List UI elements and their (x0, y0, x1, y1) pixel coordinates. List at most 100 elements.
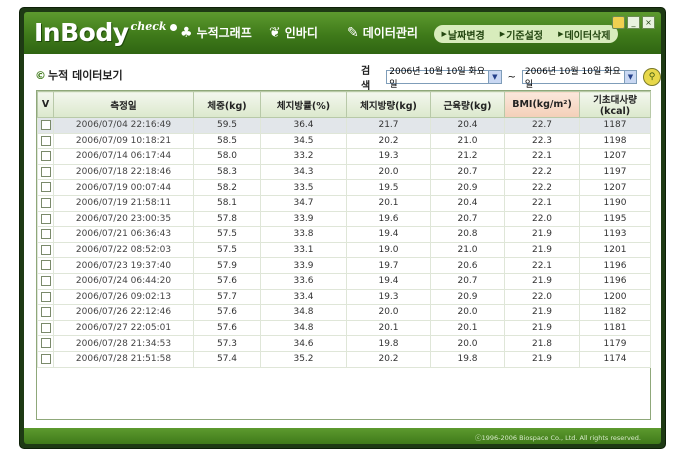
row-checkbox[interactable] (40, 229, 51, 240)
row-checkbox[interactable] (40, 260, 51, 271)
col-header-bmr[interactable]: 기초대사량(kcal) (579, 91, 651, 118)
menu-inbody[interactable]: ❦ 인바디 (269, 24, 318, 41)
menu-graph[interactable]: ♣ 누적그래프 (180, 24, 252, 41)
close-button[interactable]: × (642, 16, 655, 29)
chevron-down-icon[interactable]: ▼ (623, 71, 637, 83)
row-checkbox[interactable] (40, 291, 51, 302)
table-row[interactable]: 2006/07/14 06:17:44 58.0 33.2 19.3 21.2 22.1 1… (37, 148, 651, 165)
table-row[interactable]: 2006/07/28 21:51:58 57.4 35.2 20.2 19.8 21.9 1… (37, 350, 651, 368)
cell-weight: 57.5 (193, 226, 261, 243)
col-header-muscle-mass[interactable]: 근육량(kg) (430, 91, 505, 118)
cell-bmr: 1207 (579, 148, 651, 165)
row-checkbox[interactable] (40, 166, 51, 177)
row-checkbox[interactable] (40, 120, 51, 131)
window-controls: _ × (612, 16, 655, 29)
cell-muscle-mass: 20.0 (430, 335, 505, 352)
menu-data[interactable]: ✎ 데이터관리 (347, 24, 418, 41)
col-header-v[interactable]: V (37, 91, 54, 118)
col-header-weight[interactable]: 체중(kg) (193, 91, 261, 118)
table-header-row: V 측정일 체중(kg) 체지방률(%) 체지방량(kg) 근육량(kg) BM… (37, 91, 651, 118)
cell-bmr: 1190 (579, 194, 651, 212)
date-to-select[interactable]: 2006년 10월 10일 화요일 ▼ (521, 67, 638, 90)
cell-bmr: 1195 (579, 210, 651, 228)
cell-body-fat-mass: 19.7 (346, 257, 431, 274)
row-checkbox-cell (37, 257, 54, 274)
cell-bmi: 21.9 (504, 304, 580, 321)
cell-weight: 57.6 (193, 304, 261, 321)
section-bullet-icon: © (35, 68, 46, 82)
row-checkbox[interactable] (40, 213, 51, 224)
col-header-bmi[interactable]: BMI(kg/m²) (504, 91, 580, 118)
col-header-body-fat-mass[interactable]: 체지방량(kg) (346, 91, 431, 118)
cell-date: 2006/07/27 22:05:01 (53, 319, 194, 337)
table-row[interactable]: 2006/07/22 08:52:03 57.5 33.1 19.0 21.0 21.9 1… (37, 241, 651, 259)
cell-weight: 58.2 (193, 179, 261, 196)
cell-body-fat-percent: 34.5 (260, 132, 347, 150)
cell-body-fat-percent: 33.9 (260, 210, 347, 228)
subnav-data-delete-label: 데이터삭제 (564, 30, 611, 42)
chevron-down-icon[interactable]: ▼ (488, 71, 501, 83)
cell-bmi: 22.0 (504, 288, 580, 306)
cell-date: 2006/07/19 21:58:11 (53, 194, 194, 212)
cell-bmr: 1196 (579, 272, 651, 290)
cell-bmi: 22.0 (504, 210, 580, 228)
row-checkbox[interactable] (40, 244, 51, 255)
table-row[interactable]: 2006/07/18 22:18:46 58.3 34.3 20.0 20.7 22.2 1… (37, 163, 651, 181)
cell-body-fat-mass: 20.0 (346, 304, 431, 321)
cell-date: 2006/07/19 00:07:44 (53, 179, 194, 196)
table-row[interactable]: 2006/07/27 22:05:01 57.6 34.8 20.1 20.1 21.9 1… (37, 319, 651, 337)
subnav-standard-setting[interactable]: ▶ 기준설정 (500, 27, 543, 42)
cell-muscle-mass: 20.7 (430, 163, 505, 181)
table-row[interactable]: 2006/07/23 19:37:40 57.9 33.9 19.7 20.6 22.1 1… (37, 257, 651, 274)
row-checkbox[interactable] (40, 182, 51, 193)
row-checkbox[interactable] (40, 275, 51, 286)
row-checkbox[interactable] (40, 135, 51, 146)
cell-body-fat-mass: 20.1 (346, 194, 431, 212)
row-checkbox-cell (37, 241, 54, 259)
search-go-icon[interactable]: ⚲ (643, 68, 661, 86)
triangle-icon: ▶ (441, 30, 447, 38)
subnav-date-change[interactable]: ▶ 날짜변경 (442, 27, 485, 42)
table-row[interactable]: 2006/07/19 21:58:11 58.1 34.7 20.1 20.4 22.1 1… (37, 194, 651, 212)
data-table: V 측정일 체중(kg) 체지방률(%) 체지방량(kg) 근육량(kg) BM… (37, 91, 651, 368)
row-checkbox[interactable] (40, 353, 51, 364)
table-row[interactable]: 2006/07/28 21:34:53 57.3 34.6 19.8 20.0 21.8 1… (37, 335, 651, 352)
logo-dot-icon (169, 24, 177, 31)
table-row[interactable]: 2006/07/26 22:12:46 57.6 34.8 20.0 20.0 21.9 1… (37, 304, 651, 321)
table-row[interactable]: 2006/07/20 23:00:35 57.8 33.9 19.6 20.7 22.0 1… (37, 210, 651, 228)
data-table-container[interactable]: V 측정일 체중(kg) 체지방률(%) 체지방량(kg) 근육량(kg) BM… (36, 90, 651, 420)
cell-bmr: 1198 (579, 132, 651, 150)
row-checkbox[interactable] (40, 307, 51, 318)
row-checkbox[interactable] (40, 151, 51, 162)
subnav-bar: ▶ 날짜변경 ▶ 기준설정 ▶ 데이터삭제 (434, 25, 618, 43)
table-row[interactable]: 2006/07/26 09:02:13 57.7 33.4 19.3 20.9 22.0 1… (37, 288, 651, 306)
table-row[interactable]: 2006/07/19 00:07:44 58.2 33.5 19.5 20.9 22.2 1… (37, 179, 651, 196)
cell-weight: 57.8 (193, 210, 261, 228)
cell-body-fat-percent: 33.6 (260, 272, 347, 290)
cell-body-fat-percent: 33.2 (260, 148, 347, 165)
row-checkbox[interactable] (40, 322, 51, 333)
col-header-body-fat-percent[interactable]: 체지방률(%) (260, 91, 347, 118)
row-checkbox[interactable] (40, 338, 51, 349)
table-row[interactable]: 2006/07/24 06:44:20 57.6 33.6 19.4 20.7 21.9 1… (37, 272, 651, 290)
cell-bmi: 22.1 (504, 148, 580, 165)
date-from-value: 2006년 10월 10일 화요일 (389, 67, 486, 90)
logo-sub-text: check (130, 20, 167, 33)
data-icon: ✎ (347, 24, 359, 41)
cell-body-fat-mass: 20.2 (346, 132, 431, 150)
col-header-date[interactable]: 측정일 (53, 91, 194, 118)
table-row[interactable]: 2006/07/09 10:18:21 58.5 34.5 20.2 21.0 22.3 1… (37, 132, 651, 150)
cell-weight: 57.4 (193, 350, 261, 368)
cell-muscle-mass: 20.7 (430, 210, 505, 228)
minimize-button[interactable]: _ (627, 16, 640, 29)
cell-weight: 58.3 (193, 163, 261, 181)
app-window: InBody check ♣ 누적그래프 ❦ 인바디 ✎ 데이터관리 ▶ 날짜변… (20, 8, 665, 448)
table-row[interactable]: 2006/07/21 06:36:43 57.5 33.8 19.4 20.8 21.9 1… (37, 226, 651, 243)
date-from-select[interactable]: 2006년 10월 10일 화요일 ▼ (386, 67, 502, 90)
subnav-data-delete[interactable]: ▶ 데이터삭제 (558, 27, 610, 42)
table-row[interactable]: 2006/07/04 22:16:49 59.5 36.4 21.7 20.4 22.7 1… (37, 117, 651, 134)
row-checkbox[interactable] (40, 198, 51, 209)
row-checkbox-cell (37, 272, 54, 290)
settings-icon[interactable] (612, 16, 625, 29)
cell-muscle-mass: 20.1 (430, 319, 505, 337)
